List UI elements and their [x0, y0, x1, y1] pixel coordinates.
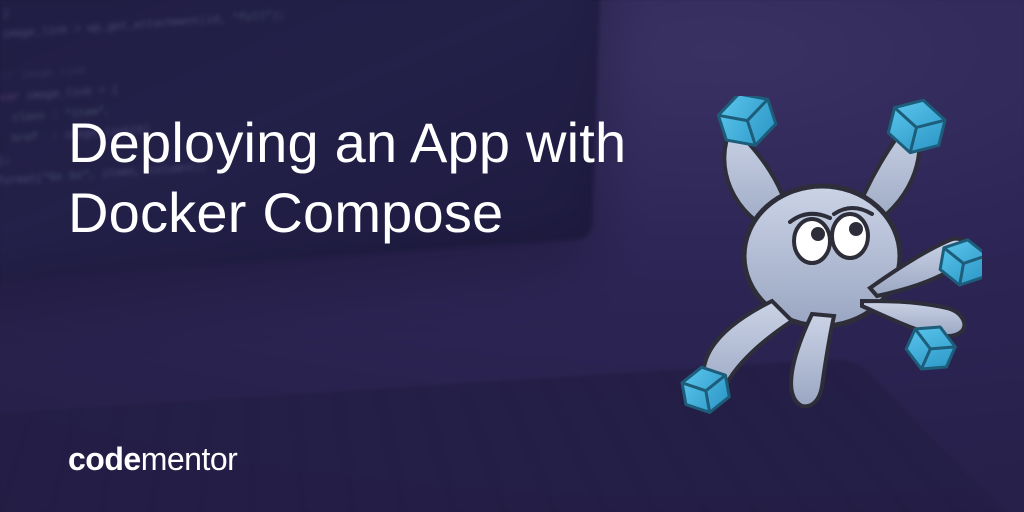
brand-light: mentor	[141, 441, 238, 477]
hero-title-line1: Deploying an App with	[68, 108, 626, 178]
hero-title-line2: Docker Compose	[68, 178, 626, 248]
brand-bold: code	[68, 441, 141, 477]
tentacle-lower-mid	[791, 314, 834, 406]
brand-logo: codementor	[68, 441, 237, 478]
docker-compose-octopus-icon	[662, 96, 982, 416]
hero-title: Deploying an App with Docker Compose	[68, 108, 626, 248]
